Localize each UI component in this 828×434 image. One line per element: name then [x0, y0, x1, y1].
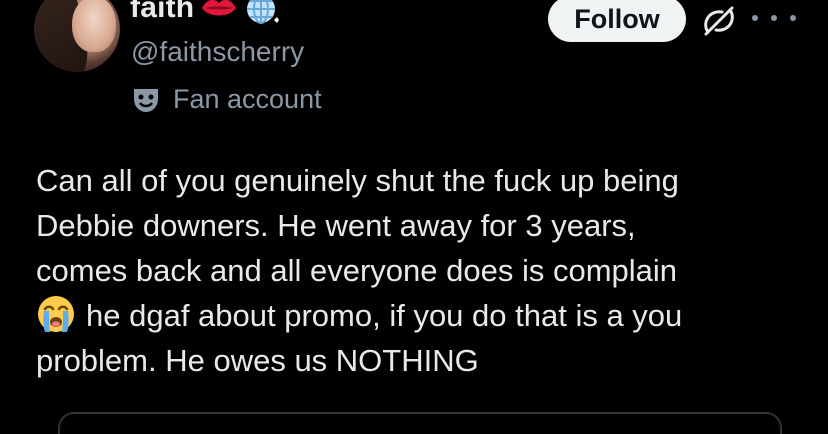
more-icon[interactable] [752, 4, 796, 32]
theater-masks-icon [134, 88, 158, 112]
tweet-line: problem. He owes us NOTHING [36, 343, 479, 378]
tweet-line: comes back and all everyone does is comp… [36, 253, 678, 288]
more-dot [752, 15, 758, 21]
avatar-face [72, 0, 116, 52]
more-dot [771, 15, 777, 21]
avatar[interactable] [34, 0, 120, 72]
tweet-line-text: he dgaf about promo, if you do that is a… [86, 298, 683, 333]
tweet-line: Can all of you genuinely shut the fuck u… [36, 163, 679, 198]
tweet-text: Can all of you genuinely shut the fuck u… [36, 158, 796, 383]
lips-icon [202, 0, 237, 16]
affiliation-label: Fan account [173, 84, 322, 114]
tweet-line-with-emoji: he dgaf about promo, if you do that is a… [36, 293, 796, 338]
disco-ball-icon [247, 0, 280, 24]
tweet-line: Debbie downers. He went away for 3 years… [36, 208, 636, 243]
loudly-crying-face-icon [38, 296, 74, 332]
follow-button[interactable]: Follow [548, 0, 686, 42]
quoted-card-edge[interactable] [58, 412, 782, 434]
author-handle[interactable]: @faithscherry [131, 36, 304, 68]
display-name[interactable]: faith [130, 0, 194, 25]
affiliation-row: Fan account [131, 84, 322, 115]
more-dot [790, 15, 796, 21]
name-row: faith [130, 0, 280, 28]
grok-icon[interactable] [702, 6, 736, 36]
